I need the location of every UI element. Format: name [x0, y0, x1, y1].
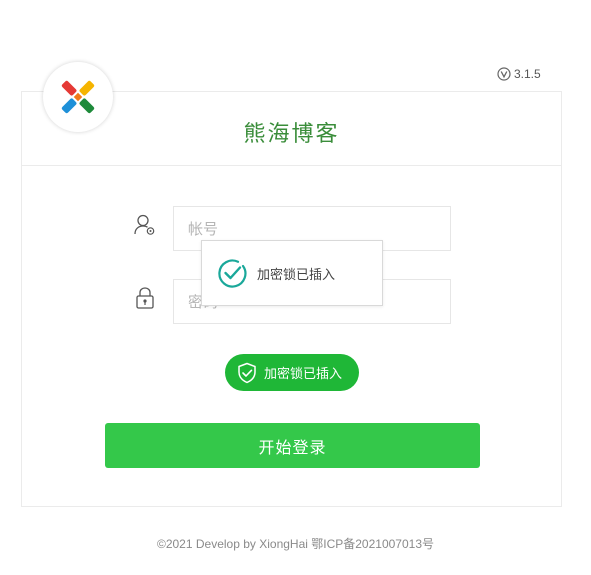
logo-icon	[61, 80, 95, 114]
lock-status-button[interactable]: 加密锁已插入	[225, 354, 359, 391]
footer-copyright: ©2021 Develop by XiongHai 鄂ICP备202100701…	[156, 537, 434, 551]
toast-message: 加密锁已插入	[257, 267, 336, 283]
lock-status-label: 加密锁已插入	[264, 367, 343, 382]
version-badge: 3.1.5	[497, 66, 541, 82]
check-circle-icon	[218, 259, 247, 288]
lock-icon	[134, 286, 156, 314]
version-v-icon	[497, 67, 511, 81]
logo	[43, 62, 113, 132]
toast-notification: 加密锁已插入	[201, 240, 383, 306]
user-icon	[133, 213, 157, 241]
login-button[interactable]: 开始登录	[105, 423, 480, 468]
shield-check-icon	[238, 362, 256, 383]
version-text: 3.1.5	[514, 67, 541, 81]
